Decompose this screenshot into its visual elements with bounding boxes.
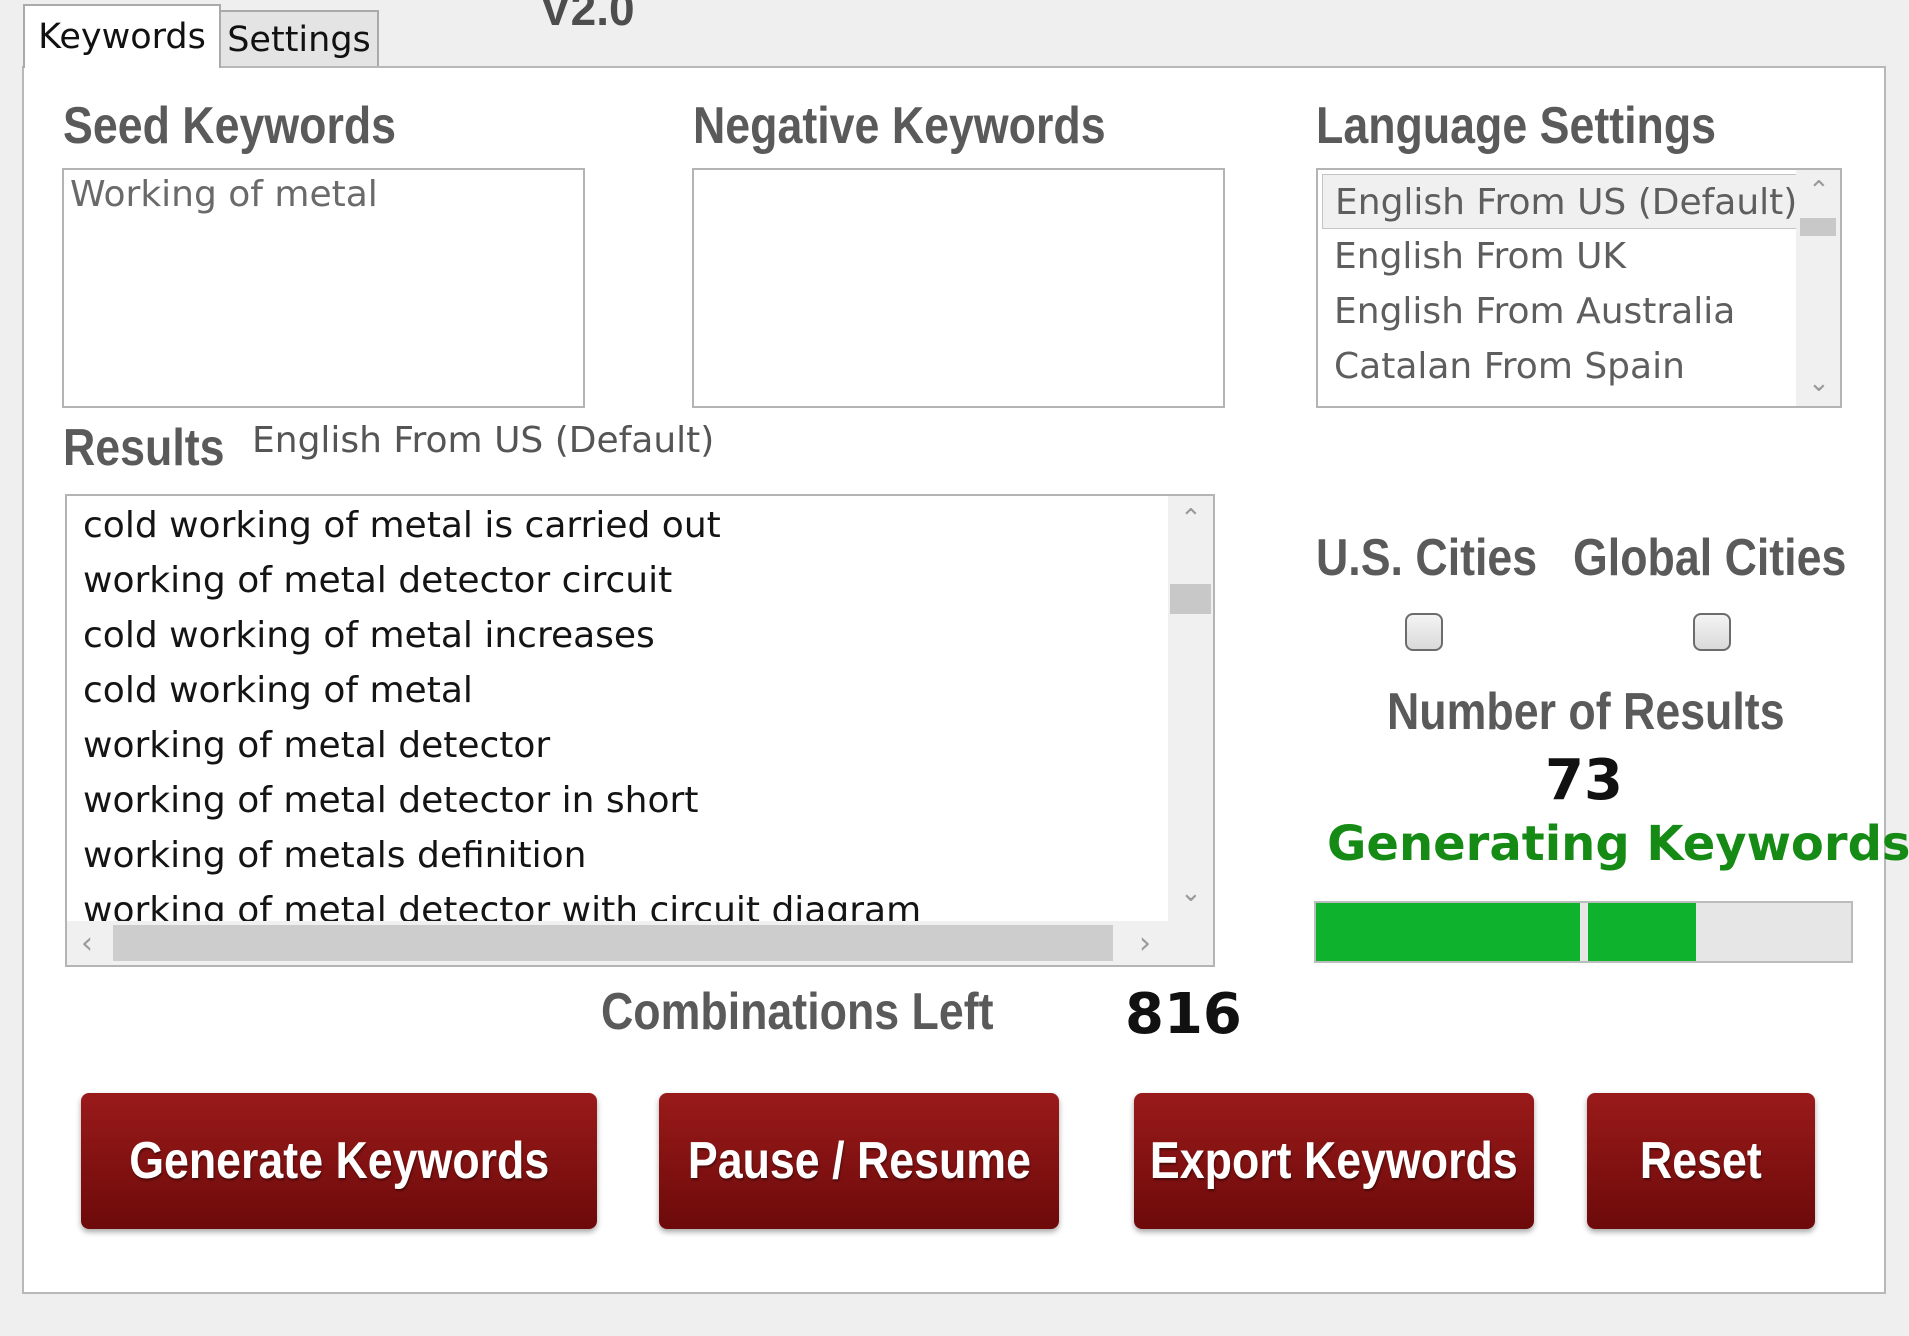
language-settings-heading: Language Settings	[1316, 97, 1717, 155]
number-of-results-label: Number of Results	[1387, 683, 1785, 741]
result-item[interactable]: working of metals definition	[67, 828, 1167, 883]
generate-keywords-label: Generate Keywords	[128, 1132, 550, 1190]
combinations-left-label: Combinations Left	[601, 983, 994, 1041]
pause-resume-label: Pause / Resume	[687, 1132, 1031, 1190]
language-option[interactable]: Catalan From Spain	[1322, 339, 1800, 394]
result-item[interactable]: cold working of metal is carried out	[67, 498, 1167, 553]
results-heading: Results	[63, 419, 225, 477]
export-keywords-label: Export Keywords	[1150, 1132, 1518, 1190]
results-horizontal-scrollbar[interactable]: ‹ ›	[67, 921, 1213, 965]
version-label: V2.0	[540, 0, 635, 35]
chevron-up-icon[interactable]: ⌃	[1180, 506, 1202, 532]
global-cities-label: Global Cities	[1573, 529, 1847, 587]
scroll-thumb[interactable]	[113, 925, 1113, 961]
language-scrollbar[interactable]: ⌃ ⌄	[1796, 170, 1840, 406]
result-item[interactable]: cold working of metal	[67, 663, 1167, 718]
result-item[interactable]: working of metal detector circuit	[67, 553, 1167, 608]
negative-keywords-heading: Negative Keywords	[693, 97, 1106, 155]
us-cities-label: U.S. Cities	[1316, 529, 1538, 587]
scroll-thumb[interactable]	[1800, 218, 1836, 236]
language-option[interactable]: English From US (Default)	[1322, 174, 1800, 229]
result-item[interactable]: cold working of metal increases	[67, 608, 1167, 663]
progress-bar	[1314, 901, 1853, 963]
language-option[interactable]: English From UK	[1322, 229, 1800, 284]
seed-keywords-heading: Seed Keywords	[63, 97, 397, 155]
combinations-left-value: 816	[1125, 982, 1242, 1047]
status-text: Generating Keywords..	[1327, 816, 1909, 872]
generate-keywords-button[interactable]: Generate Keywords	[81, 1093, 597, 1229]
chevron-right-icon[interactable]: ›	[1139, 929, 1151, 959]
global-cities-checkbox[interactable]	[1693, 613, 1731, 651]
results-listbox[interactable]: cold working of metal is carried out wor…	[65, 494, 1215, 967]
results-language-label: English From US (Default)	[252, 420, 715, 461]
reset-label: Reset	[1640, 1132, 1762, 1190]
reset-button[interactable]: Reset	[1587, 1093, 1815, 1229]
progress-fill	[1316, 903, 1696, 961]
seed-keywords-input[interactable]: Working of metal	[62, 168, 585, 408]
tab-keywords[interactable]: Keywords	[23, 4, 221, 68]
tab-settings[interactable]: Settings	[219, 10, 379, 68]
number-of-results-value: 73	[1545, 748, 1623, 813]
chevron-down-icon[interactable]: ⌄	[1808, 370, 1830, 396]
language-listbox[interactable]: English From US (Default) English From U…	[1316, 168, 1842, 408]
scroll-thumb[interactable]	[1170, 584, 1211, 614]
results-vertical-scrollbar[interactable]: ⌃ ⌄	[1168, 496, 1213, 921]
seed-keywords-value: Working of metal	[70, 174, 378, 215]
negative-keywords-input[interactable]	[692, 168, 1225, 408]
chevron-left-icon[interactable]: ‹	[81, 929, 93, 959]
result-item[interactable]: working of metal detector in short	[67, 773, 1167, 828]
result-item[interactable]: working of metal detector	[67, 718, 1167, 773]
us-cities-checkbox[interactable]	[1405, 613, 1443, 651]
pause-resume-button[interactable]: Pause / Resume	[659, 1093, 1059, 1229]
chevron-up-icon[interactable]: ⌃	[1808, 178, 1830, 204]
export-keywords-button[interactable]: Export Keywords	[1134, 1093, 1534, 1229]
chevron-down-icon[interactable]: ⌄	[1180, 880, 1202, 906]
language-option[interactable]: English From Australia	[1322, 284, 1800, 339]
